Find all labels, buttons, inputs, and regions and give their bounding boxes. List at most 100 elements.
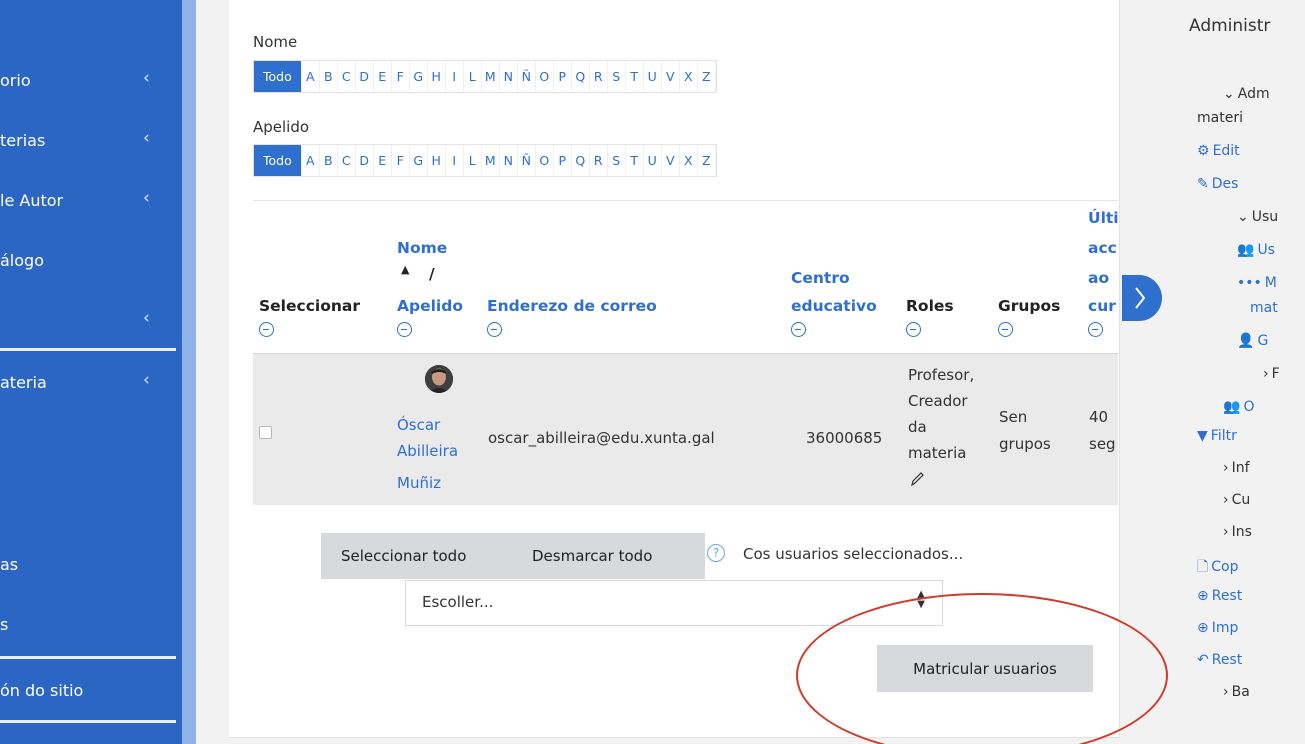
col-header-last-access-3[interactable]: ao — [1088, 268, 1109, 288]
tree-admin-materia[interactable]: ⌄ Adm — [1223, 86, 1270, 102]
filter-letter-r[interactable]: R — [590, 145, 608, 176]
tree-edit-settings[interactable]: ⚙ Edit — [1197, 143, 1240, 159]
filter-letter-d[interactable]: D — [356, 145, 374, 176]
sidebar-item-directorio[interactable]: orio ‹ — [0, 66, 182, 96]
filter-letter-x[interactable]: X — [680, 145, 698, 176]
filter-letter-p[interactable]: P — [554, 61, 572, 92]
filter-letter-g[interactable]: G — [410, 61, 428, 92]
tree-bank[interactable]: › Ba — [1223, 684, 1250, 700]
pencil-icon[interactable] — [909, 470, 925, 495]
tree-users[interactable]: ⌄ Usu — [1237, 209, 1278, 225]
tree-import[interactable]: ⊕ Imp — [1197, 620, 1238, 636]
sidebar-item-collapsed[interactable]: ‹ — [0, 306, 182, 336]
tree-completion[interactable]: ✎ Des — [1197, 176, 1238, 192]
tree-groups[interactable]: 👤 G — [1237, 333, 1268, 349]
col-header-email[interactable]: Enderezo de correo — [487, 296, 657, 316]
filter-letter-l[interactable]: L — [464, 145, 482, 176]
sidebar-item-s[interactable]: s — [0, 610, 182, 640]
user-name-line3[interactable]: Muñiz — [397, 472, 441, 495]
collapse-column-icon[interactable] — [998, 322, 1013, 337]
tree-restore[interactable]: ⊕ Rest — [1197, 588, 1242, 604]
col-header-nome[interactable]: Nome — [397, 238, 447, 258]
filter-letter-a[interactable]: A — [302, 61, 320, 92]
filter-letter-e[interactable]: E — [374, 61, 392, 92]
drawer-toggle-button[interactable] — [1122, 275, 1162, 321]
user-name-line2[interactable]: Abilleira — [397, 440, 458, 463]
filter-letter-g[interactable]: G — [410, 145, 428, 176]
sidebar-item-autor[interactable]: le Autor ‹ — [0, 186, 182, 216]
filter-letter-q[interactable]: Q — [572, 145, 590, 176]
select-all-button[interactable]: Seleccionar todo — [321, 533, 507, 579]
sidebar-item-catalogo[interactable]: álogo — [0, 246, 182, 276]
filter-letter-ñ[interactable]: Ñ — [518, 145, 536, 176]
filter-letter-m[interactable]: M — [482, 145, 500, 176]
filter-letter-q[interactable]: Q — [572, 61, 590, 92]
filter-letter-r[interactable]: R — [590, 61, 608, 92]
filter-letter-all[interactable]: Todo — [254, 145, 302, 176]
tree-reports[interactable]: › Inf — [1223, 460, 1250, 476]
tree-groups-sub[interactable]: › F — [1263, 366, 1280, 382]
tree-admin-materia-cont[interactable]: materi — [1197, 110, 1243, 126]
filter-letter-e[interactable]: E — [374, 145, 392, 176]
filter-letter-x[interactable]: X — [680, 61, 698, 92]
filter-letter-a[interactable]: A — [302, 145, 320, 176]
filter-letter-p[interactable]: P — [554, 145, 572, 176]
col-header-centro-line2[interactable]: educativo — [791, 296, 877, 316]
filter-letter-s[interactable]: S — [608, 145, 626, 176]
filter-letter-t[interactable]: T — [626, 145, 644, 176]
filter-letter-n[interactable]: N — [500, 61, 518, 92]
filter-letter-f[interactable]: F — [392, 61, 410, 92]
collapse-column-icon[interactable] — [487, 322, 502, 337]
col-header-apelido[interactable]: Apelido — [397, 296, 463, 316]
tree-badges[interactable]: › Ins — [1223, 524, 1252, 540]
sidebar-item-materia[interactable]: ateria ‹ — [0, 368, 182, 398]
sidebar-item-administracion-sitio[interactable]: ón do sitio — [0, 676, 182, 706]
help-icon[interactable]: ? — [707, 544, 725, 562]
tree-enrolled-users[interactable]: 👥 Us — [1237, 242, 1275, 258]
filter-letter-f[interactable]: F — [392, 145, 410, 176]
filter-letter-d[interactable]: D — [356, 61, 374, 92]
collapse-column-icon[interactable] — [906, 322, 921, 337]
collapse-column-icon[interactable] — [259, 322, 274, 337]
filter-letter-v[interactable]: V — [662, 145, 680, 176]
row-select-checkbox[interactable] — [259, 426, 272, 439]
filter-letter-h[interactable]: H — [428, 61, 446, 92]
filter-letter-s[interactable]: S — [608, 61, 626, 92]
filter-letter-l[interactable]: L — [464, 61, 482, 92]
filter-letter-b[interactable]: B — [320, 61, 338, 92]
filter-letter-i[interactable]: I — [446, 61, 464, 92]
user-name-line1[interactable]: Óscar — [397, 414, 440, 437]
tree-enrolment-methods[interactable]: ••• M — [1237, 275, 1277, 291]
filter-letter-z[interactable]: Z — [698, 145, 716, 176]
col-header-centro-line1[interactable]: Centro — [791, 268, 850, 288]
col-header-last-access-2[interactable]: acc — [1088, 238, 1117, 258]
filter-letter-ñ[interactable]: Ñ — [518, 61, 536, 92]
col-header-last-access-1[interactable]: Últi — [1088, 208, 1119, 228]
sidebar-item-as[interactable]: as — [0, 550, 182, 580]
tree-backup[interactable]: 🗋 Cop — [1197, 556, 1239, 580]
filter-letter-c[interactable]: C — [338, 145, 356, 176]
tree-filters[interactable]: ▼ Filtr — [1197, 428, 1237, 444]
filter-letter-c[interactable]: C — [338, 61, 356, 92]
filter-letter-n[interactable]: N — [500, 145, 518, 176]
filter-letter-b[interactable]: B — [320, 145, 338, 176]
col-header-last-access-4[interactable]: cur — [1088, 296, 1116, 316]
tree-reset[interactable]: ↶ Rest — [1197, 652, 1242, 668]
filter-letter-v[interactable]: V — [662, 61, 680, 92]
sidebar-item-materias[interactable]: terias ‹ — [0, 126, 182, 156]
filter-letter-u[interactable]: U — [644, 61, 662, 92]
collapse-column-icon[interactable] — [791, 322, 806, 337]
filter-letter-t[interactable]: T — [626, 61, 644, 92]
tree-enrolment-methods-cont[interactable]: mat — [1250, 300, 1278, 316]
deselect-all-button[interactable]: Desmarcar todo — [507, 533, 705, 579]
filter-letter-o[interactable]: O — [536, 145, 554, 176]
filter-letter-o[interactable]: O — [536, 61, 554, 92]
filter-letter-h[interactable]: H — [428, 145, 446, 176]
collapse-column-icon[interactable] — [1088, 322, 1103, 337]
filter-letter-all[interactable]: Todo — [254, 61, 302, 92]
tree-other-users[interactable]: 👥 O — [1223, 399, 1254, 415]
filter-letter-z[interactable]: Z — [698, 61, 716, 92]
filter-letter-i[interactable]: I — [446, 145, 464, 176]
collapse-column-icon[interactable] — [397, 322, 412, 337]
filter-letter-m[interactable]: M — [482, 61, 500, 92]
